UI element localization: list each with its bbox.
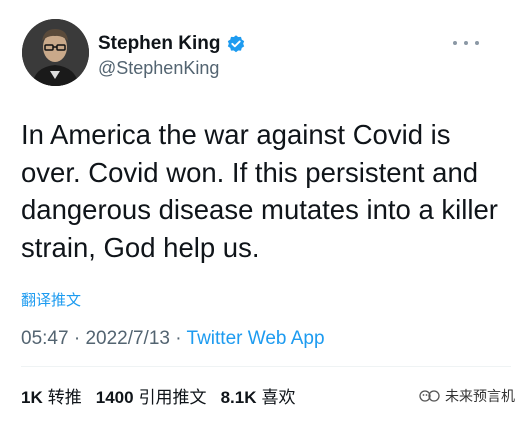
more-dot xyxy=(475,41,479,45)
meta-separator: · xyxy=(68,328,86,349)
more-dot xyxy=(453,41,457,45)
likes-label: 喜欢 xyxy=(261,388,296,407)
tweet-meta: 05:47 · 2022/7/13 · Twitter Web App xyxy=(21,328,325,350)
retweets-stat[interactable]: 1K 转推 xyxy=(21,383,82,408)
author-name[interactable]: Stephen King xyxy=(98,33,220,55)
tweet-text: In America the war against Covid is over… xyxy=(21,119,498,263)
quote-tweets-stat[interactable]: 1400 引用推文 xyxy=(96,383,207,408)
verified-badge-icon xyxy=(228,35,245,53)
wechat-logo-icon xyxy=(419,390,440,402)
translate-tweet-link[interactable]: 翻译推文 xyxy=(21,289,81,310)
divider xyxy=(21,366,511,367)
likes-stat[interactable]: 8.1K 喜欢 xyxy=(221,383,296,408)
more-dot xyxy=(464,41,468,45)
tweet-client-link[interactable]: Twitter Web App xyxy=(187,328,325,349)
likes-count: 8.1K xyxy=(220,388,257,407)
watermark: 未来预言机 xyxy=(419,386,515,406)
retweets-count: 1K xyxy=(21,388,43,407)
more-dots-icon[interactable] xyxy=(453,37,479,49)
author-name-row[interactable]: Stephen King xyxy=(98,33,246,55)
quote-tweets-count: 1400 xyxy=(95,388,134,407)
author-handle[interactable]: @StephenKing xyxy=(98,58,219,79)
tweet-time[interactable]: 05:47 xyxy=(21,328,69,349)
meta-separator: · xyxy=(169,328,187,349)
quote-tweets-label: 引用推文 xyxy=(138,388,207,407)
avatar[interactable] xyxy=(22,19,89,86)
retweets-label: 转推 xyxy=(47,388,82,407)
tweet-date[interactable]: 2022/7/13 xyxy=(85,328,170,349)
tweet-card: Stephen King @StephenKing In America the… xyxy=(0,0,530,423)
tweet-stats: 1K 转推 1400 引用推文 8.1K 喜欢 xyxy=(21,383,295,408)
watermark-text: 未来预言机 xyxy=(445,388,515,404)
